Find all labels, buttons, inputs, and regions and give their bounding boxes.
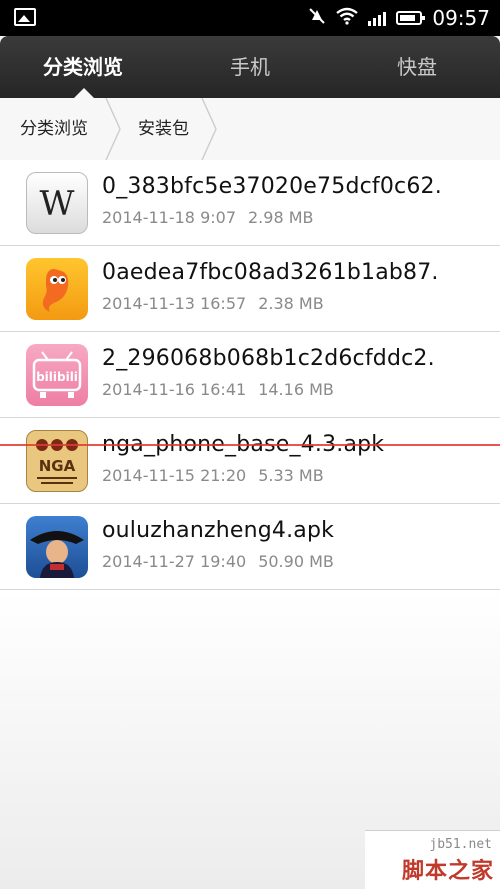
wikipedia-app-icon: W xyxy=(26,172,88,234)
breadcrumb-separator-icon xyxy=(105,98,121,160)
list-item[interactable]: bilibili 2_296068b068b1c2d6cfddc2. 2014-… xyxy=(0,332,500,418)
tab-kuaipan[interactable]: 快盘 xyxy=(334,36,500,98)
napoleon-game-app-icon xyxy=(26,516,88,578)
nga-app-icon: NGA xyxy=(26,430,88,492)
signal-icon xyxy=(368,10,387,26)
mute-icon xyxy=(308,7,326,29)
breadcrumb: 分类浏览 安装包 xyxy=(0,98,500,161)
file-size: 5.33 MB xyxy=(258,466,324,485)
tab-bar: 分类浏览 手机 快盘 xyxy=(0,36,500,98)
file-date: 2014-11-15 21:20 xyxy=(102,466,247,485)
watermark-site: jb51.net xyxy=(429,837,492,852)
tab-phone[interactable]: 手机 xyxy=(167,36,333,98)
file-meta: 2014-11-27 19:40 50.90 MB xyxy=(102,552,334,571)
clock: 09:57 xyxy=(432,6,490,30)
file-size: 2.38 MB xyxy=(258,294,324,313)
list-item[interactable]: NGA nga_phone_base_4.3.apk 2014-11-15 21… xyxy=(0,418,500,504)
file-size: 2.98 MB xyxy=(248,208,314,227)
status-bar: 09:57 xyxy=(0,0,500,36)
svg-text:bilibili: bilibili xyxy=(36,370,78,384)
breadcrumb-item-category-browse[interactable]: 分类浏览 xyxy=(20,98,88,160)
file-date: 2014-11-18 9:07 xyxy=(102,208,236,227)
file-size: 14.16 MB xyxy=(258,380,334,399)
wifi-icon xyxy=(336,7,359,29)
file-meta: 2014-11-13 16:57 2.38 MB xyxy=(102,294,324,313)
file-meta: 2014-11-18 9:07 2.98 MB xyxy=(102,208,314,227)
watermark: jb51.net 脚本之家 xyxy=(365,830,500,889)
battery-icon xyxy=(396,11,426,25)
yellow-mascot-app-icon xyxy=(26,258,88,320)
list-item[interactable]: 0aedea7fbc08ad3261b1ab87. 2014-11-13 16:… xyxy=(0,246,500,332)
breadcrumb-separator-icon xyxy=(201,98,217,160)
file-date: 2014-11-13 16:57 xyxy=(102,294,247,313)
file-meta: 2014-11-15 21:20 5.33 MB xyxy=(102,466,324,485)
file-date: 2014-11-27 19:40 xyxy=(102,552,247,571)
list-item[interactable]: W 0_383bfc5e37020e75dcf0c62. 2014-11-18 … xyxy=(0,160,500,246)
file-size: 50.90 MB xyxy=(258,552,334,571)
svg-text:NGA: NGA xyxy=(39,457,76,475)
file-date: 2014-11-16 16:41 xyxy=(102,380,247,399)
file-name: 0aedea7fbc08ad3261b1ab87. xyxy=(102,260,439,285)
active-tab-indicator xyxy=(74,88,94,98)
file-name: 2_296068b068b1c2d6cfddc2. xyxy=(102,346,435,371)
file-name: ouluzhanzheng4.apk xyxy=(102,518,335,543)
status-icons: 09:57 xyxy=(308,0,490,36)
file-meta: 2014-11-16 16:41 14.16 MB xyxy=(102,380,334,399)
watermark-title: 脚本之家 xyxy=(401,859,494,884)
image-notification-icon xyxy=(14,8,36,26)
breadcrumb-item-install-package[interactable]: 安装包 xyxy=(138,98,189,160)
file-name: 0_383bfc5e37020e75dcf0c62. xyxy=(102,174,442,199)
file-list: W 0_383bfc5e37020e75dcf0c62. 2014-11-18 … xyxy=(0,160,500,590)
bilibili-app-icon: bilibili xyxy=(26,344,88,406)
list-item[interactable]: ouluzhanzheng4.apk 2014-11-27 19:40 50.90… xyxy=(0,504,500,590)
svg-text:W: W xyxy=(40,184,75,224)
annotation-red-line xyxy=(0,444,500,446)
